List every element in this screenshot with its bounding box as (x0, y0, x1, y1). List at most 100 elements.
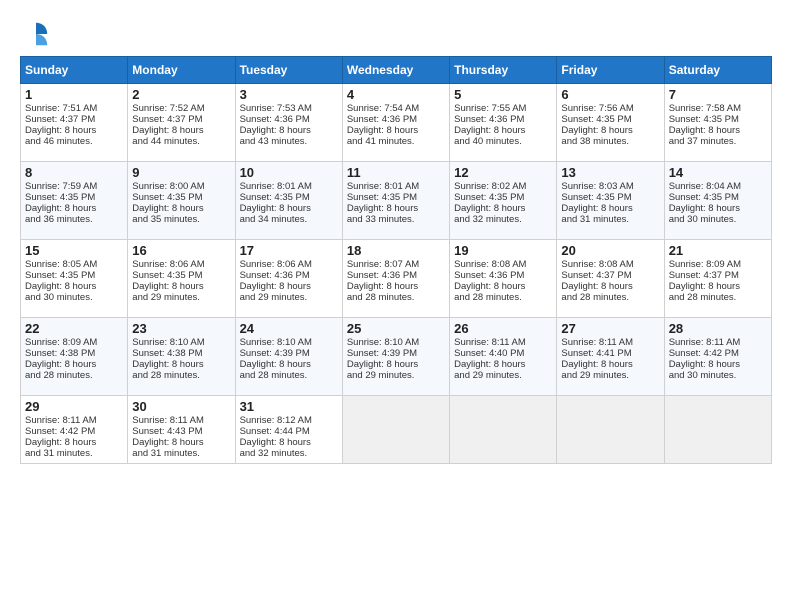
calendar-cell: 12Sunrise: 8:02 AMSunset: 4:35 PMDayligh… (450, 162, 557, 240)
daylight-text: Daylight: 8 hoursand 31 minutes. (25, 437, 96, 459)
sunrise-text: Sunrise: 7:51 AM (25, 103, 97, 114)
calendar-cell: 20Sunrise: 8:08 AMSunset: 4:37 PMDayligh… (557, 240, 664, 318)
calendar-cell (664, 396, 771, 464)
day-number: 6 (561, 87, 659, 102)
calendar-cell: 28Sunrise: 8:11 AMSunset: 4:42 PMDayligh… (664, 318, 771, 396)
sunset-text: Sunset: 4:37 PM (669, 270, 739, 281)
daylight-text: Daylight: 8 hoursand 41 minutes. (347, 125, 418, 147)
day-number: 30 (132, 399, 230, 414)
column-header-thursday: Thursday (450, 57, 557, 84)
sunset-text: Sunset: 4:35 PM (132, 270, 202, 281)
sunset-text: Sunset: 4:37 PM (561, 270, 631, 281)
sunset-text: Sunset: 4:38 PM (132, 348, 202, 359)
sunrise-text: Sunrise: 8:08 AM (561, 259, 633, 270)
sunrise-text: Sunrise: 7:53 AM (240, 103, 312, 114)
sunset-text: Sunset: 4:42 PM (25, 426, 95, 437)
calendar-cell: 1Sunrise: 7:51 AMSunset: 4:37 PMDaylight… (21, 84, 128, 162)
sunset-text: Sunset: 4:37 PM (132, 114, 202, 125)
daylight-text: Daylight: 8 hoursand 34 minutes. (240, 203, 311, 225)
daylight-text: Daylight: 8 hoursand 29 minutes. (132, 281, 203, 303)
sunrise-text: Sunrise: 7:54 AM (347, 103, 419, 114)
column-header-friday: Friday (557, 57, 664, 84)
calendar-cell: 9Sunrise: 8:00 AMSunset: 4:35 PMDaylight… (128, 162, 235, 240)
daylight-text: Daylight: 8 hoursand 28 minutes. (347, 281, 418, 303)
calendar-cell: 19Sunrise: 8:08 AMSunset: 4:36 PMDayligh… (450, 240, 557, 318)
calendar-cell (342, 396, 449, 464)
sunrise-text: Sunrise: 8:09 AM (669, 259, 741, 270)
calendar-cell: 26Sunrise: 8:11 AMSunset: 4:40 PMDayligh… (450, 318, 557, 396)
header (20, 16, 772, 48)
sunrise-text: Sunrise: 8:09 AM (25, 337, 97, 348)
day-number: 10 (240, 165, 338, 180)
sunset-text: Sunset: 4:36 PM (347, 270, 417, 281)
sunrise-text: Sunrise: 8:06 AM (132, 259, 204, 270)
day-number: 14 (669, 165, 767, 180)
sunrise-text: Sunrise: 7:52 AM (132, 103, 204, 114)
daylight-text: Daylight: 8 hoursand 30 minutes. (25, 281, 96, 303)
calendar-cell: 14Sunrise: 8:04 AMSunset: 4:35 PMDayligh… (664, 162, 771, 240)
calendar-cell: 23Sunrise: 8:10 AMSunset: 4:38 PMDayligh… (128, 318, 235, 396)
sunset-text: Sunset: 4:42 PM (669, 348, 739, 359)
sunrise-text: Sunrise: 8:11 AM (25, 415, 97, 426)
sunrise-text: Sunrise: 7:55 AM (454, 103, 526, 114)
daylight-text: Daylight: 8 hoursand 40 minutes. (454, 125, 525, 147)
sunset-text: Sunset: 4:36 PM (454, 114, 524, 125)
day-number: 31 (240, 399, 338, 414)
sunset-text: Sunset: 4:36 PM (454, 270, 524, 281)
day-number: 28 (669, 321, 767, 336)
calendar-cell: 2Sunrise: 7:52 AMSunset: 4:37 PMDaylight… (128, 84, 235, 162)
daylight-text: Daylight: 8 hoursand 29 minutes. (240, 281, 311, 303)
sunset-text: Sunset: 4:35 PM (132, 192, 202, 203)
day-number: 8 (25, 165, 123, 180)
sunrise-text: Sunrise: 8:00 AM (132, 181, 204, 192)
sunset-text: Sunset: 4:35 PM (561, 192, 631, 203)
logo-icon (22, 20, 50, 48)
sunrise-text: Sunrise: 8:11 AM (561, 337, 633, 348)
day-number: 16 (132, 243, 230, 258)
daylight-text: Daylight: 8 hoursand 30 minutes. (669, 359, 740, 381)
daylight-text: Daylight: 8 hoursand 36 minutes. (25, 203, 96, 225)
sunset-text: Sunset: 4:35 PM (25, 270, 95, 281)
day-number: 15 (25, 243, 123, 258)
column-header-monday: Monday (128, 57, 235, 84)
calendar-week-4: 22Sunrise: 8:09 AMSunset: 4:38 PMDayligh… (21, 318, 772, 396)
sunset-text: Sunset: 4:35 PM (669, 114, 739, 125)
calendar-cell (450, 396, 557, 464)
sunrise-text: Sunrise: 8:02 AM (454, 181, 526, 192)
daylight-text: Daylight: 8 hoursand 32 minutes. (240, 437, 311, 459)
daylight-text: Daylight: 8 hoursand 28 minutes. (240, 359, 311, 381)
sunrise-text: Sunrise: 8:01 AM (347, 181, 419, 192)
calendar-cell: 27Sunrise: 8:11 AMSunset: 4:41 PMDayligh… (557, 318, 664, 396)
logo (20, 20, 50, 48)
calendar-cell: 7Sunrise: 7:58 AMSunset: 4:35 PMDaylight… (664, 84, 771, 162)
calendar-table: SundayMondayTuesdayWednesdayThursdayFrid… (20, 56, 772, 464)
calendar-cell: 15Sunrise: 8:05 AMSunset: 4:35 PMDayligh… (21, 240, 128, 318)
sunrise-text: Sunrise: 7:58 AM (669, 103, 741, 114)
daylight-text: Daylight: 8 hoursand 46 minutes. (25, 125, 96, 147)
column-header-sunday: Sunday (21, 57, 128, 84)
day-number: 21 (669, 243, 767, 258)
sunset-text: Sunset: 4:39 PM (240, 348, 310, 359)
daylight-text: Daylight: 8 hoursand 29 minutes. (561, 359, 632, 381)
daylight-text: Daylight: 8 hoursand 32 minutes. (454, 203, 525, 225)
sunrise-text: Sunrise: 8:03 AM (561, 181, 633, 192)
sunrise-text: Sunrise: 8:05 AM (25, 259, 97, 270)
sunrise-text: Sunrise: 8:11 AM (454, 337, 526, 348)
daylight-text: Daylight: 8 hoursand 29 minutes. (347, 359, 418, 381)
calendar-cell: 18Sunrise: 8:07 AMSunset: 4:36 PMDayligh… (342, 240, 449, 318)
column-header-saturday: Saturday (664, 57, 771, 84)
day-number: 24 (240, 321, 338, 336)
daylight-text: Daylight: 8 hoursand 33 minutes. (347, 203, 418, 225)
calendar-cell: 21Sunrise: 8:09 AMSunset: 4:37 PMDayligh… (664, 240, 771, 318)
sunset-text: Sunset: 4:35 PM (25, 192, 95, 203)
sunrise-text: Sunrise: 8:08 AM (454, 259, 526, 270)
day-number: 17 (240, 243, 338, 258)
daylight-text: Daylight: 8 hoursand 29 minutes. (454, 359, 525, 381)
calendar-week-2: 8Sunrise: 7:59 AMSunset: 4:35 PMDaylight… (21, 162, 772, 240)
sunset-text: Sunset: 4:35 PM (454, 192, 524, 203)
sunset-text: Sunset: 4:39 PM (347, 348, 417, 359)
sunset-text: Sunset: 4:36 PM (240, 114, 310, 125)
daylight-text: Daylight: 8 hoursand 35 minutes. (132, 203, 203, 225)
day-number: 27 (561, 321, 659, 336)
column-header-wednesday: Wednesday (342, 57, 449, 84)
